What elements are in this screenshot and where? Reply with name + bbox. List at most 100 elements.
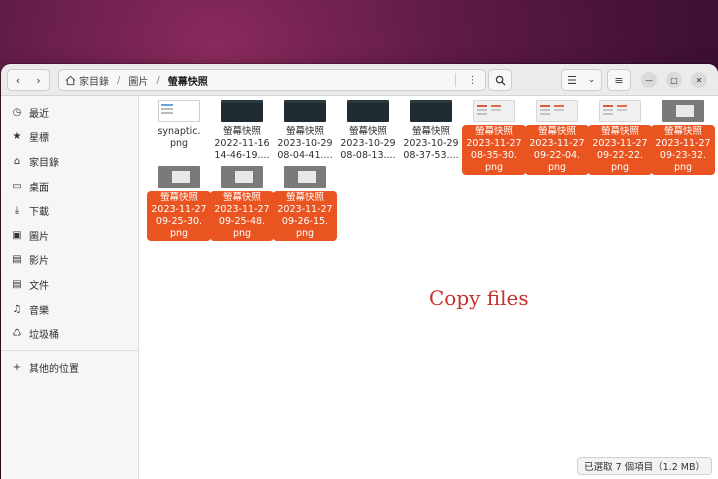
file-thumbnail	[599, 100, 641, 122]
sidebar-item-recent[interactable]: ◷ 最近	[1, 100, 138, 125]
chevron-right-icon: ›	[36, 73, 41, 87]
file-thumbnail	[662, 100, 704, 122]
sidebar-item-starred[interactable]: ★ 星標	[1, 125, 138, 150]
forward-button[interactable]: ›	[28, 69, 50, 91]
sidebar-item-label: 影片	[29, 256, 49, 268]
status-bar: 已選取 7 個項目（1.2 MB）	[577, 457, 712, 475]
breadcrumb-current[interactable]: 螢幕快照	[168, 73, 208, 88]
sidebar-item-documents[interactable]: ▤ 文件	[1, 272, 138, 297]
file-manager-window: ‹ › 家目錄 / 圖片 / 螢幕快照 ⋮ ☰ ⌄ ≡ — □ ✕ ◷ 最近 ★…	[1, 64, 718, 479]
sidebar-item-downloads[interactable]: ⤓ 下載	[1, 198, 138, 223]
file-item[interactable]: 螢幕快照 2023-11-27 09-25-48. png	[210, 166, 274, 241]
sidebar-divider	[1, 349, 138, 351]
file-thumbnail	[158, 100, 200, 122]
file-name: 螢幕快照 2023-11-27 09-26-15. png	[273, 191, 337, 241]
file-name: synaptic. png	[157, 126, 201, 149]
file-item[interactable]: 螢幕快照 2023-11-27 09-22-22. png	[588, 100, 652, 175]
path-menu-button[interactable]: ⋮	[455, 73, 479, 87]
home-icon: ⌂	[13, 155, 21, 167]
close-button[interactable]: ✕	[691, 72, 707, 88]
sidebar-item-music[interactable]: ♫ 音樂	[1, 297, 138, 322]
file-item[interactable]: 螢幕快照 2023-11-27 09-26-15. png	[273, 166, 337, 241]
file-item[interactable]: 螢幕快照 2023-10-29 08-04-41....	[273, 100, 337, 163]
document-icon: ▤	[12, 278, 22, 290]
breadcrumb-separator: /	[117, 74, 121, 86]
main-menu-button[interactable]: ≡	[607, 69, 631, 91]
view-options-button[interactable]: ⌄	[582, 69, 602, 91]
search-button[interactable]	[488, 69, 512, 91]
clock-icon: ◷	[12, 106, 22, 118]
sidebar-item-videos[interactable]: ▤ 影片	[1, 248, 138, 273]
file-name: 螢幕快照 2023-10-29 08-04-41....	[277, 126, 333, 161]
annotation-text: Copy files	[429, 286, 529, 310]
breadcrumb-pictures[interactable]: 圖片	[128, 73, 148, 88]
list-view-button[interactable]: ☰	[561, 69, 583, 91]
file-name: 螢幕快照 2023-11-27 09-25-48. png	[210, 191, 274, 241]
sidebar-item-label: 其他的位置	[29, 363, 79, 375]
file-thumbnail	[347, 100, 389, 122]
sidebar-item-pictures[interactable]: ▣ 圖片	[1, 223, 138, 248]
file-name: 螢幕快照 2023-10-29 08-08-13....	[340, 126, 396, 161]
sidebar-item-label: 圖片	[29, 231, 49, 243]
file-item[interactable]: 螢幕快照 2023-10-29 08-08-13....	[336, 100, 400, 163]
trash-icon: ♺	[12, 328, 22, 340]
file-name: 螢幕快照 2023-11-27 09-25-30. png	[147, 191, 211, 241]
file-name: 螢幕快照 2022-11-16 14-46-19....	[214, 126, 270, 161]
file-thumbnail	[284, 166, 326, 188]
file-grid: synaptic. png 螢幕快照 2022-11-16 14-46-19.... 螢幕…	[139, 96, 718, 479]
maximize-button[interactable]: □	[666, 72, 682, 88]
file-name: 螢幕快照 2023-11-27 09-22-22. png	[588, 125, 652, 175]
file-thumbnail	[221, 100, 263, 122]
close-icon: ✕	[695, 75, 703, 85]
file-name: 螢幕快照 2023-10-29 08-37-53....	[403, 126, 459, 161]
sidebar-item-label: 家目錄	[29, 157, 59, 169]
back-button[interactable]: ‹	[7, 69, 29, 91]
file-thumbnail	[158, 166, 200, 188]
sidebar: ◷ 最近 ★ 星標 ⌂ 家目錄 ▭ 桌面 ⤓ 下載 ▣ 圖片 ▤ 影片 ▤ 文件	[1, 96, 139, 479]
sidebar-item-trash[interactable]: ♺ 垃圾桶	[1, 321, 138, 346]
sidebar-item-desktop[interactable]: ▭ 桌面	[1, 174, 138, 199]
minimize-icon: —	[645, 75, 653, 85]
desktop-icon: ▭	[12, 180, 22, 192]
hamburger-icon: ≡	[614, 73, 624, 87]
chevron-down-icon: ⌄	[587, 75, 596, 85]
header-bar: ‹ › 家目錄 / 圖片 / 螢幕快照 ⋮ ☰ ⌄ ≡ — □ ✕	[1, 64, 718, 96]
file-thumbnail	[473, 100, 515, 122]
file-name: 螢幕快照 2023-11-27 09-23-32. png	[651, 125, 715, 175]
file-item[interactable]: synaptic. png	[147, 100, 211, 151]
home-icon	[65, 75, 76, 85]
list-icon: ☰	[567, 73, 577, 87]
download-icon: ⤓	[14, 205, 20, 217]
sidebar-item-label: 垃圾桶	[29, 330, 59, 342]
file-thumbnail	[221, 166, 263, 188]
video-icon: ▤	[12, 254, 22, 266]
image-icon: ▣	[12, 229, 22, 241]
file-item[interactable]: 螢幕快照 2023-11-27 09-23-32. png	[651, 100, 715, 175]
breadcrumb-home[interactable]: 家目錄	[79, 73, 109, 88]
chevron-left-icon: ‹	[15, 73, 21, 87]
sidebar-item-label: 下載	[29, 207, 49, 219]
file-name: 螢幕快照 2023-11-27 08-35-30. png	[462, 125, 526, 175]
sidebar-item-label: 文件	[29, 280, 49, 292]
file-thumbnail	[410, 100, 452, 122]
file-item[interactable]: 螢幕快照 2022-11-16 14-46-19....	[210, 100, 274, 163]
maximize-icon: □	[670, 75, 678, 85]
minimize-button[interactable]: —	[641, 72, 657, 88]
file-name: 螢幕快照 2023-11-27 09-22-04. png	[525, 125, 589, 175]
file-item[interactable]: 螢幕快照 2023-10-29 08-37-53....	[399, 100, 463, 163]
file-item[interactable]: 螢幕快照 2023-11-27 09-22-04. png	[525, 100, 589, 175]
file-thumbnail	[536, 100, 578, 122]
sidebar-item-home[interactable]: ⌂ 家目錄	[1, 149, 138, 174]
sidebar-item-label: 音樂	[29, 305, 49, 317]
breadcrumb-separator: /	[156, 74, 160, 86]
vertical-dots-icon: ⋮	[467, 74, 478, 86]
breadcrumb: 家目錄 / 圖片 / 螢幕快照 ⋮	[58, 69, 486, 91]
file-item[interactable]: 螢幕快照 2023-11-27 09-25-30. png	[147, 166, 211, 241]
file-thumbnail	[284, 100, 326, 122]
sidebar-item-label: 星標	[29, 133, 49, 145]
search-icon	[495, 75, 506, 86]
star-icon: ★	[12, 131, 22, 143]
file-item[interactable]: 螢幕快照 2023-11-27 08-35-30. png	[462, 100, 526, 175]
sidebar-item-other-locations[interactable]: + 其他的位置	[1, 355, 138, 380]
sidebar-item-label: 最近	[29, 108, 49, 120]
